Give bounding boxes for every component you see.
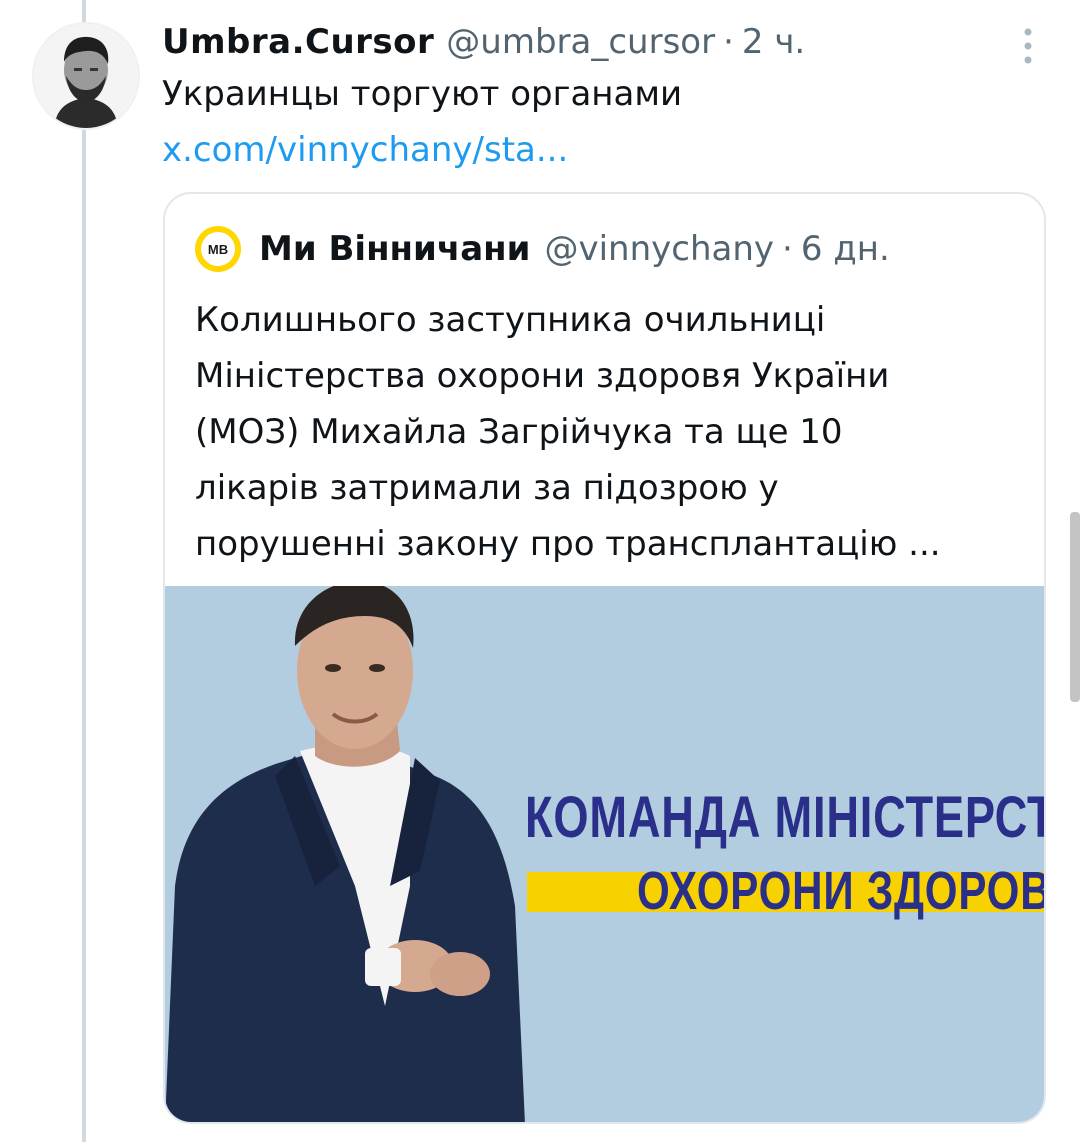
quote-header: МВ Ми Вінничани @vinnychany · 6 дн. xyxy=(195,224,890,274)
quote-text-line: (МОЗ) Михайла Загрійчука та ще 10 xyxy=(195,412,843,452)
separator-dot: · xyxy=(723,22,734,62)
banner-subheading: ОХОРОНИ ЗДОРОВ'Я xyxy=(637,861,1044,921)
tweet-time[interactable]: 2 ч. xyxy=(742,22,805,62)
quote-avatar[interactable]: МВ xyxy=(195,226,241,272)
banner-heading: КОМАНДА МІНІСТЕРСТВА xyxy=(525,785,1044,850)
tweet-link[interactable]: x.com/vinnychany/sta... xyxy=(162,130,568,170)
tweet-header: Umbra.Cursor @umbra_cursor · 2 ч. xyxy=(162,18,805,66)
person-photo xyxy=(165,586,525,1122)
quote-separator-dot: · xyxy=(782,229,793,269)
quote-text-line: порушенні закону про трансплантацію ... xyxy=(195,524,941,564)
quote-author-handle[interactable]: @vinnychany xyxy=(544,229,774,269)
author-name[interactable]: Umbra.Cursor xyxy=(162,22,434,62)
author-handle[interactable]: @umbra_cursor xyxy=(446,22,715,62)
quote-author-name[interactable]: Ми Вінничани xyxy=(259,229,530,269)
quote-text-line: Міністерства охорони здоровя України xyxy=(195,356,890,396)
thread-line xyxy=(82,0,86,1142)
author-avatar[interactable] xyxy=(32,22,140,130)
quote-text: Колишнього заступника очильниці Міністер… xyxy=(195,292,1035,572)
tweet-screen: Umbra.Cursor @umbra_cursor · 2 ч. Украин… xyxy=(0,0,1080,1142)
quote-avatar-logo: МВ xyxy=(201,232,235,266)
scrollbar[interactable] xyxy=(1070,512,1080,702)
quote-text-line: Колишнього заступника очильниці xyxy=(195,300,826,340)
quote-media-image[interactable]: КОМАНДА МІНІСТЕРСТВА ОХОРОНИ ЗДОРОВ'Я xyxy=(165,586,1044,1122)
quote-time[interactable]: 6 дн. xyxy=(801,229,890,269)
quote-text-line: лікарів затримали за підозрою у xyxy=(195,468,779,508)
more-vertical-icon[interactable] xyxy=(1018,26,1038,66)
tweet-text: Украинцы торгуют органами xyxy=(162,74,683,114)
quoted-tweet-card[interactable]: МВ Ми Вінничани @vinnychany · 6 дн. Коли… xyxy=(163,192,1046,1124)
